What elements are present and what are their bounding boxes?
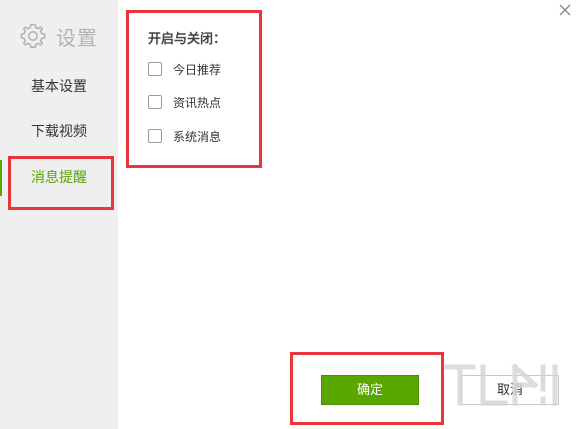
option-system-message[interactable]: 系统消息 (148, 127, 221, 145)
option-news-hot[interactable]: 资讯热点 (148, 93, 221, 111)
confirm-button[interactable]: 确定 (321, 375, 419, 405)
cancel-button[interactable]: 取消 (461, 375, 559, 405)
option-today-recommend[interactable]: 今日推荐 (148, 60, 221, 78)
close-icon[interactable] (557, 2, 573, 18)
option-label: 资讯热点 (173, 95, 222, 110)
option-label: 系统消息 (173, 129, 222, 144)
sidebar: 设置 基本设置 下载视频 消息提醒 (0, 0, 118, 429)
section-title: 开启与关闭： (148, 32, 227, 47)
sidebar-item-message-alerts[interactable]: 消息提醒 (0, 158, 118, 198)
sidebar-item-download-video[interactable]: 下载视频 (0, 112, 118, 152)
sidebar-title: 设置 (56, 25, 98, 50)
checkbox-news-hot[interactable] (148, 95, 162, 109)
sidebar-item-basic-settings[interactable]: 基本设置 (0, 67, 118, 107)
option-label: 今日推荐 (173, 62, 222, 77)
checkbox-today-recommend[interactable] (148, 62, 162, 76)
settings-window: 设置 基本设置 下载视频 消息提醒 开启与关闭： 今日推荐 资讯热点 系统消息 … (0, 0, 577, 429)
gear-icon (18, 21, 48, 51)
sidebar-header: 设置 (18, 20, 98, 52)
main-panel: 开启与关闭： 今日推荐 资讯热点 系统消息 确定 取消 (118, 0, 577, 429)
checkbox-system-message[interactable] (148, 129, 162, 143)
